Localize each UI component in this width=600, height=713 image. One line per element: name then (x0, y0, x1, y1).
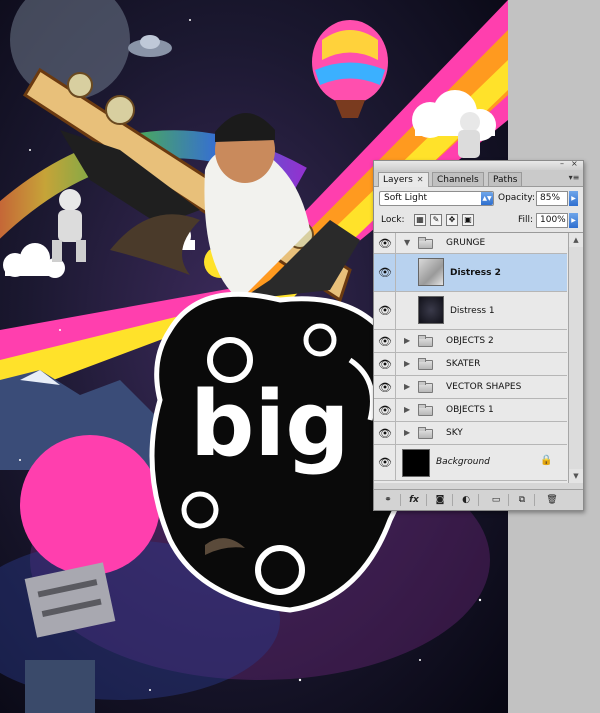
folder-icon (418, 335, 433, 347)
tab-paths-label: Paths (493, 175, 518, 185)
eye-icon[interactable]: 👁 (376, 233, 394, 253)
separator (452, 494, 453, 506)
close-icon[interactable]: × (571, 159, 578, 169)
eye-icon[interactable]: 👁 (376, 292, 394, 329)
select-arrows-icon[interactable]: ▲▼ (481, 192, 493, 205)
expand-triangle-icon[interactable]: ▶ (404, 405, 410, 414)
expand-triangle-icon[interactable]: ▶ (404, 382, 410, 391)
separator (400, 494, 401, 506)
eye-icon[interactable]: 👁 (376, 254, 394, 291)
layer-name: Distress 2 (450, 268, 501, 278)
tab-channels-label: Channels (437, 175, 479, 185)
new-layer-icon[interactable]: ⧉ (514, 493, 530, 507)
opacity-field[interactable]: 85% (536, 191, 568, 206)
lock-pixels-icon[interactable]: ✎ (430, 214, 442, 226)
lock-all-icon[interactable]: ▣ (462, 214, 474, 226)
layers-scrollbar[interactable]: ▲ ▼ (568, 233, 583, 483)
eye-icon[interactable]: 👁 (376, 422, 394, 444)
adjustment-icon[interactable]: ◐ (458, 493, 474, 507)
eye-icon[interactable]: 👁 (376, 399, 394, 421)
layer-name: Distress 1 (450, 306, 495, 316)
link-icon[interactable]: ⚭ (380, 493, 396, 507)
expand-triangle-icon[interactable]: ▶ (404, 359, 410, 368)
layer-thumbnail (418, 296, 444, 324)
minimize-icon[interactable]: – (560, 159, 564, 169)
separator (534, 494, 535, 506)
layers-list: 👁 ▼ GRUNGE 👁 Distress 2 👁 Distress 1 👁 ▶… (374, 233, 583, 483)
layer-name: VECTOR SHAPES (446, 382, 522, 392)
opacity-slider-arrow-icon[interactable]: ▶ (569, 191, 578, 206)
tab-layers-label: Layers (383, 175, 413, 185)
new-group-icon[interactable]: ▭ (488, 493, 504, 507)
layers-panel: – × Layers ✕ Channels Paths ▾≡ Soft Light… (373, 159, 584, 511)
lock-transparency-icon[interactable]: ▦ (414, 214, 426, 226)
blend-options-row: Soft Light ▲▼ Opacity: 85% ▶ (374, 187, 583, 210)
fill-label: Fill: (518, 215, 534, 225)
layer-name: SKATER (446, 359, 481, 369)
panel-menu-icon[interactable]: ▾≡ (568, 173, 580, 183)
folder-icon (418, 237, 433, 249)
tab-close-icon[interactable]: ✕ (417, 175, 424, 184)
separator (478, 494, 479, 506)
mask-icon[interactable]: ◙ (432, 493, 448, 507)
layer-row-objects-2[interactable]: 👁 ▶ OBJECTS 2 (374, 330, 567, 353)
lock-row: Lock: ▦ ✎ ✥ ▣ Fill: 100% ▶ (374, 210, 583, 233)
blend-mode-value: Soft Light (384, 193, 428, 203)
tab-channels[interactable]: Channels (432, 172, 484, 186)
separator (508, 494, 509, 506)
layer-row-objects-1[interactable]: 👁 ▶ OBJECTS 1 (374, 399, 567, 422)
artwork-title: big (190, 372, 350, 477)
expand-triangle-icon[interactable]: ▶ (404, 428, 410, 437)
folder-icon (418, 427, 433, 439)
folder-icon (418, 404, 433, 416)
tab-paths[interactable]: Paths (488, 172, 523, 186)
layer-thumbnail (418, 258, 444, 286)
astronaut-right (458, 112, 480, 158)
layer-row-background[interactable]: 👁 Background 🔒 (374, 445, 567, 481)
layer-row-grunge[interactable]: 👁 ▼ GRUNGE (374, 233, 567, 254)
layer-thumbnail (402, 449, 430, 477)
collapse-triangle-icon[interactable]: ▼ (404, 238, 410, 247)
folder-icon (418, 358, 433, 370)
fill-field[interactable]: 100% (536, 213, 568, 228)
panel-tabs: Layers ✕ Channels Paths ▾≡ (374, 170, 583, 187)
pink-circle (20, 435, 160, 575)
layer-name: OBJECTS 1 (446, 405, 494, 415)
trash-icon[interactable]: 🗑 (544, 493, 560, 507)
layer-name: GRUNGE (446, 238, 486, 248)
scroll-up-icon[interactable]: ▲ (569, 233, 583, 247)
panel-titlebar[interactable]: – × (374, 159, 583, 170)
expand-triangle-icon[interactable]: ▶ (404, 336, 410, 345)
layer-row-distress-2[interactable]: 👁 Distress 2 (374, 254, 567, 292)
layer-name: Background (436, 457, 490, 467)
separator (426, 494, 427, 506)
lock-label: Lock: (381, 215, 405, 225)
layer-row-sky[interactable]: 👁 ▶ SKY (374, 422, 567, 445)
blend-mode-select[interactable]: Soft Light ▲▼ (379, 191, 494, 206)
folder-icon (418, 381, 433, 393)
fill-slider-arrow-icon[interactable]: ▶ (569, 213, 578, 228)
tab-layers[interactable]: Layers ✕ (378, 172, 429, 187)
eye-icon[interactable]: 👁 (376, 445, 394, 480)
layer-name: OBJECTS 2 (446, 336, 494, 346)
layer-row-distress-1[interactable]: 👁 Distress 1 (374, 292, 567, 330)
layer-name: SKY (446, 428, 463, 438)
eye-icon[interactable]: 👁 (376, 376, 394, 398)
fx-icon[interactable]: fx (406, 493, 422, 507)
lock-icon: 🔒 (540, 455, 553, 466)
lock-position-icon[interactable]: ✥ (446, 214, 458, 226)
scroll-down-icon[interactable]: ▼ (569, 469, 583, 483)
eye-icon[interactable]: 👁 (376, 353, 394, 375)
layer-row-skater[interactable]: 👁 ▶ SKATER (374, 353, 567, 376)
opacity-label: Opacity: (498, 193, 535, 203)
layer-row-vector-shapes[interactable]: 👁 ▶ VECTOR SHAPES (374, 376, 567, 399)
eye-icon[interactable]: 👁 (376, 330, 394, 352)
panel-footer: ⚭ fx ◙ ◐ ▭ ⧉ 🗑 (374, 489, 583, 510)
